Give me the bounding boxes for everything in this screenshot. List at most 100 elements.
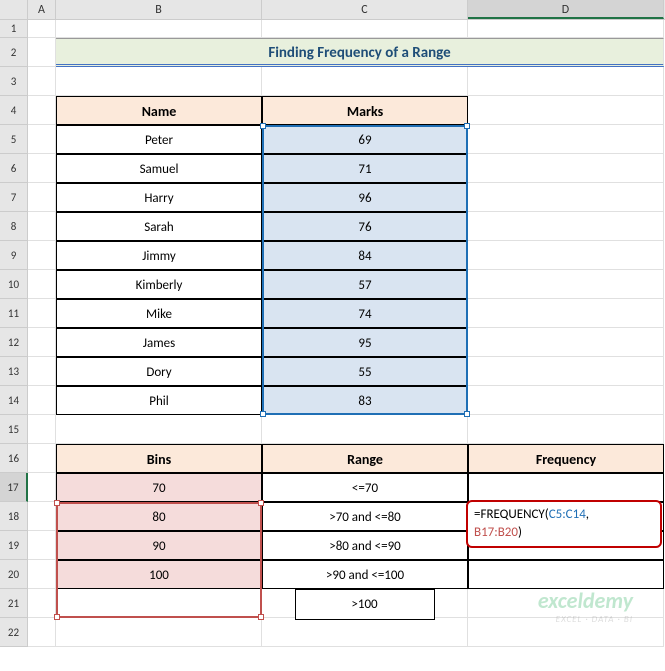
marks-cell[interactable]: 83 xyxy=(262,386,468,415)
row-header-8[interactable]: 8 xyxy=(0,212,28,241)
cell-D11[interactable] xyxy=(468,299,664,328)
name-cell[interactable]: Dory xyxy=(56,357,262,386)
cell-C1[interactable] xyxy=(262,20,468,38)
cell-C22[interactable] xyxy=(262,618,468,647)
cell-D6[interactable] xyxy=(468,154,664,183)
title-cell[interactable]: Finding Frequency of a Range xyxy=(56,38,664,67)
cell-A9[interactable] xyxy=(28,241,56,270)
row-header-20[interactable]: 20 xyxy=(0,560,28,589)
cell-A1[interactable] xyxy=(28,20,56,38)
name-cell[interactable]: Mike xyxy=(56,299,262,328)
row-header-4[interactable]: 4 xyxy=(0,96,28,125)
row-header-11[interactable]: 11 xyxy=(0,299,28,328)
row-header-12[interactable]: 12 xyxy=(0,328,28,357)
cell-A5[interactable] xyxy=(28,125,56,154)
cell-D7[interactable] xyxy=(468,183,664,212)
cell-A12[interactable] xyxy=(28,328,56,357)
col-header-C[interactable]: C xyxy=(262,0,468,19)
col-header-B[interactable]: B xyxy=(56,0,262,19)
cell-A13[interactable] xyxy=(28,357,56,386)
cell-D13[interactable] xyxy=(468,357,664,386)
frequency-cell-active[interactable] xyxy=(468,473,664,502)
row-header-15[interactable]: 15 xyxy=(0,415,28,444)
cell-D21[interactable] xyxy=(468,589,664,618)
cell-D15[interactable] xyxy=(468,415,664,444)
cell-A10[interactable] xyxy=(28,270,56,299)
cell-B21[interactable] xyxy=(56,589,262,618)
header-frequency[interactable]: Frequency xyxy=(468,444,664,473)
header-marks[interactable]: Marks xyxy=(262,96,468,125)
cell-D9[interactable] xyxy=(468,241,664,270)
row-header-17[interactable]: 17 xyxy=(0,473,28,502)
row-header-22[interactable]: 22 xyxy=(0,618,28,647)
cell-A8[interactable] xyxy=(28,212,56,241)
name-cell[interactable]: Peter xyxy=(56,125,262,154)
row-header-21[interactable]: 21 xyxy=(0,589,28,618)
cell-D8[interactable] xyxy=(468,212,664,241)
cell-D4[interactable] xyxy=(468,96,664,125)
cell-A3[interactable] xyxy=(28,67,56,96)
cell-A11[interactable] xyxy=(28,299,56,328)
row-header-18[interactable]: 18 xyxy=(0,502,28,531)
name-cell[interactable]: Jimmy xyxy=(56,241,262,270)
row-header-5[interactable]: 5 xyxy=(0,125,28,154)
cell-A21[interactable] xyxy=(28,589,56,618)
row-header-16[interactable]: 16 xyxy=(0,444,28,473)
col-header-D[interactable]: D xyxy=(468,0,664,19)
frequency-cell[interactable] xyxy=(468,560,664,589)
cell-D22[interactable] xyxy=(468,618,664,647)
cell-A18[interactable] xyxy=(28,502,56,531)
cell-A7[interactable] xyxy=(28,183,56,212)
name-cell[interactable]: Harry xyxy=(56,183,262,212)
row-header-7[interactable]: 7 xyxy=(0,183,28,212)
row-header-19[interactable]: 19 xyxy=(0,531,28,560)
marks-cell[interactable]: 69 xyxy=(262,125,468,154)
cell-C15[interactable] xyxy=(262,415,468,444)
bins-cell[interactable]: 90 xyxy=(56,531,262,560)
row-header-2[interactable]: 2 xyxy=(0,38,28,67)
name-cell[interactable]: Phil xyxy=(56,386,262,415)
select-all-corner[interactable] xyxy=(0,0,28,19)
row-header-10[interactable]: 10 xyxy=(0,270,28,299)
spreadsheet-grid[interactable]: A B C D 1 2 Finding Frequency of a Range… xyxy=(0,0,665,647)
bins-cell[interactable]: 80 xyxy=(56,502,262,531)
range-cell[interactable]: >70 and <=80 xyxy=(262,502,468,531)
cell-A6[interactable] xyxy=(28,154,56,183)
header-name[interactable]: Name xyxy=(56,96,262,125)
marks-cell[interactable]: 71 xyxy=(262,154,468,183)
cell-D1[interactable] xyxy=(468,20,664,38)
range-cell[interactable]: <=70 xyxy=(262,473,468,502)
row-header-9[interactable]: 9 xyxy=(0,241,28,270)
marks-cell[interactable]: 57 xyxy=(262,270,468,299)
cell-A4[interactable] xyxy=(28,96,56,125)
row-header-13[interactable]: 13 xyxy=(0,357,28,386)
marks-cell[interactable]: 76 xyxy=(262,212,468,241)
name-cell[interactable]: James xyxy=(56,328,262,357)
cell-B3[interactable] xyxy=(56,67,262,96)
cell-B22[interactable] xyxy=(56,618,262,647)
cell-D10[interactable] xyxy=(468,270,664,299)
marks-cell[interactable]: 74 xyxy=(262,299,468,328)
row-header-3[interactable]: 3 xyxy=(0,67,28,96)
header-bins[interactable]: Bins xyxy=(56,444,262,473)
range-cell[interactable]: >80 and <=90 xyxy=(262,531,468,560)
cell-A14[interactable] xyxy=(28,386,56,415)
cell-A15[interactable] xyxy=(28,415,56,444)
cell-C21[interactable]: >100 xyxy=(262,589,468,618)
cell-D3[interactable] xyxy=(468,67,664,96)
name-cell[interactable]: Kimberly xyxy=(56,270,262,299)
range-cell[interactable]: >90 and <=100 xyxy=(262,560,468,589)
bins-cell[interactable]: 100 xyxy=(56,560,262,589)
row-header-1[interactable]: 1 xyxy=(0,20,28,38)
marks-cell[interactable]: 95 xyxy=(262,328,468,357)
name-cell[interactable]: Samuel xyxy=(56,154,262,183)
cell-A17[interactable] xyxy=(28,473,56,502)
cell-B1[interactable] xyxy=(56,20,262,38)
cell-A2[interactable] xyxy=(28,38,56,67)
cell-A16[interactable] xyxy=(28,444,56,473)
row-header-14[interactable]: 14 xyxy=(0,386,28,415)
cell-A19[interactable] xyxy=(28,531,56,560)
header-range[interactable]: Range xyxy=(262,444,468,473)
cell-D14[interactable] xyxy=(468,386,664,415)
cell-A22[interactable] xyxy=(28,618,56,647)
